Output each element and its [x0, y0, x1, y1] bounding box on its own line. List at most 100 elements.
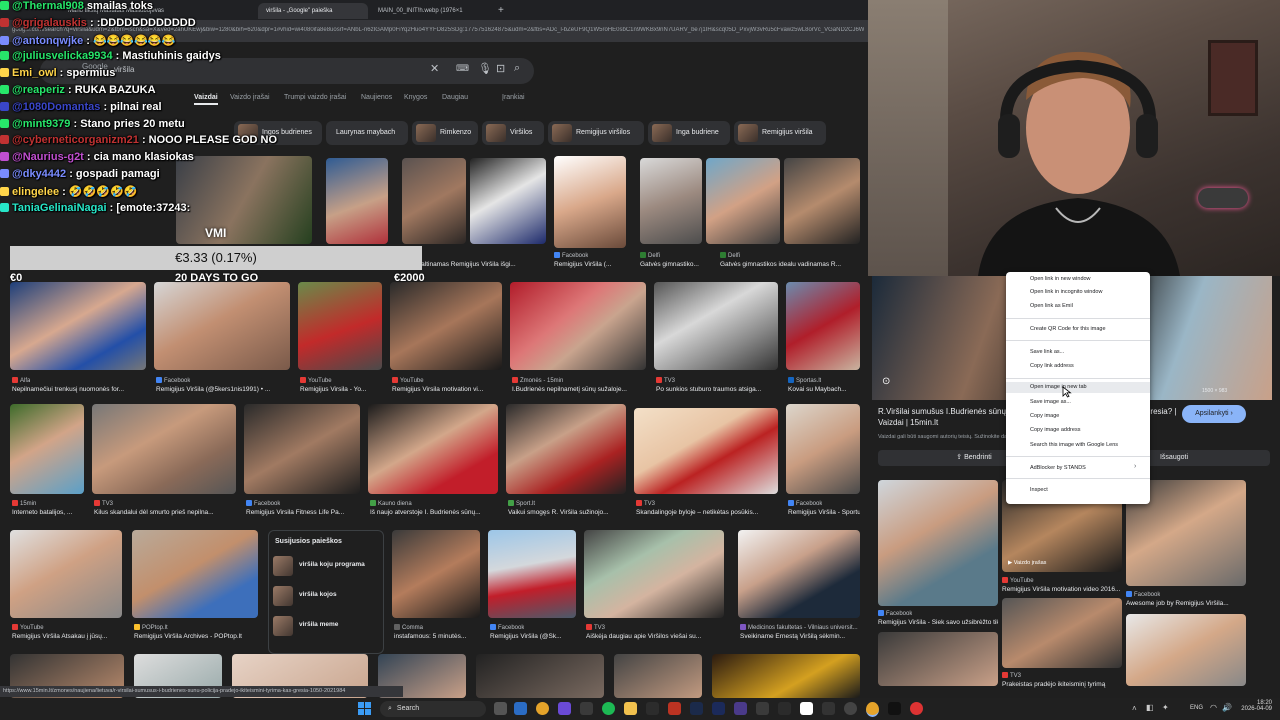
image-caption[interactable]: Remigijus Virsila - Yo...: [300, 386, 384, 393]
premiere-icon[interactable]: [734, 702, 747, 715]
audition-icon[interactable]: [712, 702, 725, 715]
image-result[interactable]: [10, 404, 84, 494]
image-caption[interactable]: Nepilnamečiui trenkusį nuomonės for...: [12, 386, 146, 393]
image-result[interactable]: [10, 282, 146, 370]
notion-icon[interactable]: [800, 702, 813, 715]
image-result[interactable]: [368, 404, 498, 494]
volume-icon[interactable]: 🔊: [1222, 703, 1232, 712]
image-result[interactable]: [510, 282, 646, 370]
app-icon[interactable]: [910, 702, 923, 715]
after-effects-icon[interactable]: [690, 702, 703, 715]
language-indicator[interactable]: ENG: [1190, 705, 1203, 711]
image-caption[interactable]: Aiškėja daugiau apie Viršilos viešai su.…: [586, 633, 724, 640]
image-result[interactable]: [298, 282, 382, 370]
adobe-icon[interactable]: [668, 702, 681, 715]
edge-icon[interactable]: [514, 702, 527, 715]
tab-tools[interactable]: Įrankiai: [502, 94, 525, 101]
spotify-icon[interactable]: [602, 702, 615, 715]
image-result[interactable]: [786, 404, 860, 494]
image-result[interactable]: [706, 158, 780, 244]
related-image[interactable]: [878, 480, 998, 606]
image-result[interactable]: [244, 404, 360, 494]
chip[interactable]: Viršilos: [482, 121, 544, 145]
image-result[interactable]: [738, 530, 860, 618]
tray-icon[interactable]: ✦: [1162, 703, 1169, 712]
chip[interactable]: Remigijus viršilos: [548, 121, 644, 145]
tab-more[interactable]: Daugiau: [442, 94, 468, 101]
image-caption[interactable]: Interneto batalijos, ...: [12, 509, 84, 516]
app-icon[interactable]: [756, 702, 769, 715]
image-caption[interactable]: Skandalingoje byloje – netikėtas posūkis…: [636, 509, 778, 516]
image-result[interactable]: [92, 404, 236, 494]
image-caption[interactable]: I.Budrienės nepilnametį sūnų sužaloje...: [512, 386, 646, 393]
image-result[interactable]: [712, 654, 860, 698]
menu-inspect[interactable]: Inspect: [1030, 487, 1048, 493]
chip[interactable]: Remigijus viršila: [734, 121, 826, 145]
menu-create-qr[interactable]: Create QR Code for this image: [1030, 326, 1106, 332]
image-result[interactable]: [614, 654, 702, 698]
image-result[interactable]: [506, 404, 626, 494]
image-result[interactable]: [390, 282, 502, 370]
wifi-icon[interactable]: ◠: [1210, 703, 1217, 712]
obs-icon[interactable]: [844, 702, 857, 715]
image-caption[interactable]: instafamous: 5 minutės...: [394, 633, 480, 640]
related-image[interactable]: [1126, 614, 1246, 686]
related-search-item[interactable]: viršila kojos: [273, 585, 379, 607]
clock[interactable]: 18:20 2026-04-09: [1236, 700, 1272, 712]
related-search-item[interactable]: viršila meme: [273, 615, 379, 637]
file-explorer-icon[interactable]: [624, 702, 637, 715]
search-icon[interactable]: ⌕: [514, 62, 520, 75]
app-icon[interactable]: [646, 702, 659, 715]
app-icon[interactable]: [778, 702, 791, 715]
image-result[interactable]: [784, 158, 860, 244]
image-result[interactable]: [554, 156, 626, 248]
menu-copy-image-address[interactable]: Copy image address: [1030, 427, 1080, 433]
menu-open-incognito[interactable]: Open link in incognito window: [1030, 289, 1102, 295]
image-caption[interactable]: Remigijus Viršila (@Sk...: [490, 633, 576, 640]
image-result[interactable]: [154, 282, 290, 370]
app-icon[interactable]: [580, 702, 593, 715]
new-tab-button[interactable]: +: [494, 3, 514, 19]
related-search-item[interactable]: viršila koju programa: [273, 555, 379, 577]
discord-icon[interactable]: [558, 702, 571, 715]
image-caption[interactable]: Remigijus Viršila Archives - POPtop.lt: [134, 633, 260, 640]
menu-adblocker[interactable]: AdBlocker by STANDS: [1030, 465, 1086, 471]
image-result[interactable]: [392, 530, 480, 618]
mic-icon[interactable]: 🎙: [478, 62, 492, 75]
image-caption[interactable]: Kovai su Maybach...: [788, 386, 860, 393]
menu-copy-image[interactable]: Copy image: [1030, 413, 1059, 419]
image-caption[interactable]: Remigijus Viršila (...: [554, 261, 630, 268]
image-caption[interactable]: Kilus kaltinamas Remigijus Viršila išgi.…: [402, 261, 546, 268]
image-caption[interactable]: Remigijus Virsila Fitness Life Pa...: [246, 509, 360, 516]
image-caption[interactable]: Remigijus Viršila Atsakau į jūsų...: [12, 633, 122, 640]
image-caption[interactable]: Gatvės gimnastiko...: [640, 261, 704, 268]
windows-start-icon[interactable]: [358, 702, 371, 715]
tray-icon[interactable]: ◧: [1146, 703, 1154, 712]
image-caption[interactable]: Remigijus Viršila (@5kers1nis1991) • ...: [156, 386, 292, 393]
image-caption[interactable]: Remigijus Virsila motivation vi...: [392, 386, 502, 393]
image-caption[interactable]: Vaikui smogęs R. Viršila sužinojo...: [508, 509, 626, 516]
image-caption[interactable]: Remigijus Viršila - Sportu...: [788, 509, 860, 516]
menu-search-lens[interactable]: Search this image with Google Lens: [1030, 442, 1118, 448]
menu-copy-link[interactable]: Copy link address: [1030, 363, 1074, 369]
image-result[interactable]: [584, 530, 724, 618]
menu-open-image-new-tab[interactable]: Open image in new tab: [1006, 382, 1150, 393]
app-icon[interactable]: [822, 702, 835, 715]
menu-save-link[interactable]: Save link as...: [1030, 349, 1064, 355]
image-result[interactable]: [488, 530, 576, 618]
taskbar-search[interactable]: ⌕ Search: [380, 701, 486, 717]
task-view-icon[interactable]: [494, 702, 507, 715]
chrome-active-icon[interactable]: [866, 702, 879, 717]
lens-icon[interactable]: ⊡: [496, 62, 505, 75]
keyboard-icon[interactable]: ⌨: [456, 63, 469, 74]
lens-icon[interactable]: ⊙: [882, 376, 890, 387]
image-result[interactable]: [476, 654, 604, 698]
image-caption[interactable]: Remigijus Viršila - Siek savo užsibrėžto…: [878, 619, 998, 626]
image-caption[interactable]: Gatvės gimnastikos idealu vadinamas R...: [720, 261, 860, 268]
related-image[interactable]: [878, 632, 998, 686]
image-caption[interactable]: Iš naujo atverstoje I. Budrienės sūnų...: [370, 509, 498, 516]
image-result[interactable]: [470, 158, 546, 244]
image-caption[interactable]: Prakeistas pradėjo ikiteisminį tyrimą: [1002, 681, 1122, 688]
image-result[interactable]: [654, 282, 778, 370]
image-caption[interactable]: Po sunkios stuburo traumos atsiga...: [656, 386, 778, 393]
